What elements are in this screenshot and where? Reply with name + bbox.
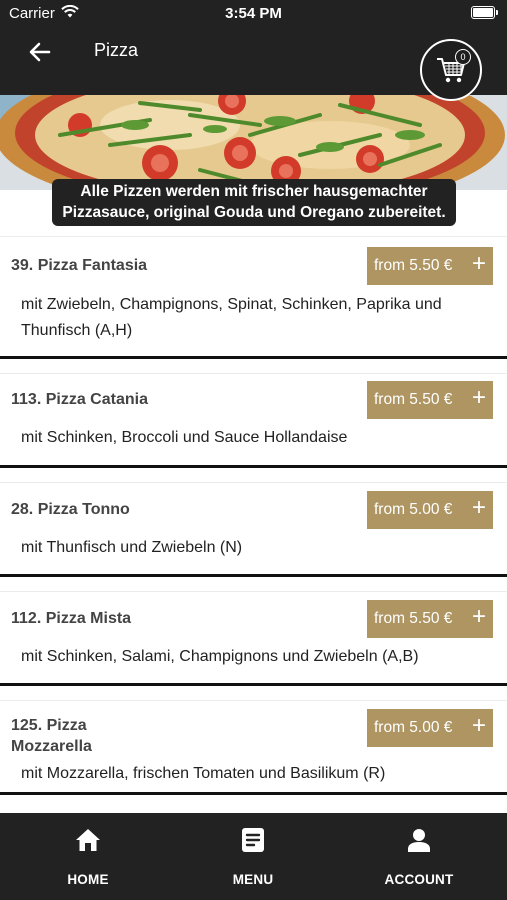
plus-icon: + [471,384,486,411]
bottom-navigation: HOME MENU ACCOUNT [0,813,507,900]
add-to-cart-button[interactable]: from 5.00 € + [367,709,493,747]
product-description: mit Schinken, Broccoli und Sauce Holland… [21,429,348,446]
product-description: mit Schinken, Salami, Champignons und Zw… [21,648,419,665]
product-name: 125. Pizza Mozzarella [11,717,92,755]
banner-info-text: Alle Pizzen werden mit frischer hausgema… [52,179,456,226]
back-button[interactable] [24,36,56,68]
category-banner-image [0,95,507,190]
banner-info-line-2: Pizzasauce, original Gouda und Oregano z… [62,204,446,221]
cart-count-badge: 0 [455,49,471,65]
product-price: from 5.50 € [374,391,453,408]
product-price: from 5.50 € [374,257,453,274]
nav-menu-label: MENU [232,872,274,887]
nav-account-label: ACCOUNT [384,872,454,887]
product-name: 112. Pizza Mista [11,610,132,627]
status-bar: Carrier 3:54 PM [0,0,507,28]
plus-icon: + [471,603,486,630]
plus-icon: + [471,494,486,521]
nav-menu[interactable]: MENU [213,813,293,900]
plus-icon: + [471,250,486,277]
page-title: Pizza [94,40,139,60]
home-icon [75,827,101,853]
status-time: 3:54 PM [225,5,282,22]
add-to-cart-button[interactable]: from 5.50 € + [367,381,493,419]
product-price: from 5.00 € [374,719,453,736]
battery-icon [471,6,498,19]
menu-document-icon [241,827,265,853]
plus-icon: + [471,712,486,739]
user-icon [407,827,431,853]
banner-info-line-1: Alle Pizzen werden mit frischer hausgema… [80,183,428,200]
product-description: mit Zwiebeln, Champignons, Spinat, Schin… [21,296,442,339]
product-card[interactable]: 125. Pizza Mozzarella from 5.00 € + mit … [0,700,507,795]
nav-home-label: HOME [67,872,109,887]
add-to-cart-button[interactable]: from 5.00 € + [367,491,493,529]
product-list: 39. Pizza Fantasia from 5.50 € + mit Zwi… [0,236,507,809]
add-to-cart-button[interactable]: from 5.50 € + [367,600,493,638]
product-name: 113. Pizza Catania [11,391,148,408]
arrow-left-icon [29,42,51,62]
product-price: from 5.50 € [374,610,453,627]
product-name: 39. Pizza Fantasia [11,257,148,274]
product-card[interactable]: 28. Pizza Tonno from 5.00 € + mit Thunfi… [0,482,507,577]
product-card[interactable]: 112. Pizza Mista from 5.50 € + mit Schin… [0,591,507,686]
product-card[interactable]: 113. Pizza Catania from 5.50 € + mit Sch… [0,373,507,468]
nav-account[interactable]: ACCOUNT [374,813,464,900]
add-to-cart-button[interactable]: from 5.50 € + [367,247,493,285]
product-price: from 5.00 € [374,501,453,518]
product-description: mit Mozzarella, frischen Tomaten und Bas… [21,765,386,782]
product-name: 28. Pizza Tonno [11,501,130,518]
product-card[interactable]: 39. Pizza Fantasia from 5.50 € + mit Zwi… [0,236,507,359]
product-description: mit Thunfisch und Zwiebeln (N) [21,539,243,556]
cart-button[interactable]: 0 [420,39,482,101]
nav-home[interactable]: HOME [48,813,128,900]
